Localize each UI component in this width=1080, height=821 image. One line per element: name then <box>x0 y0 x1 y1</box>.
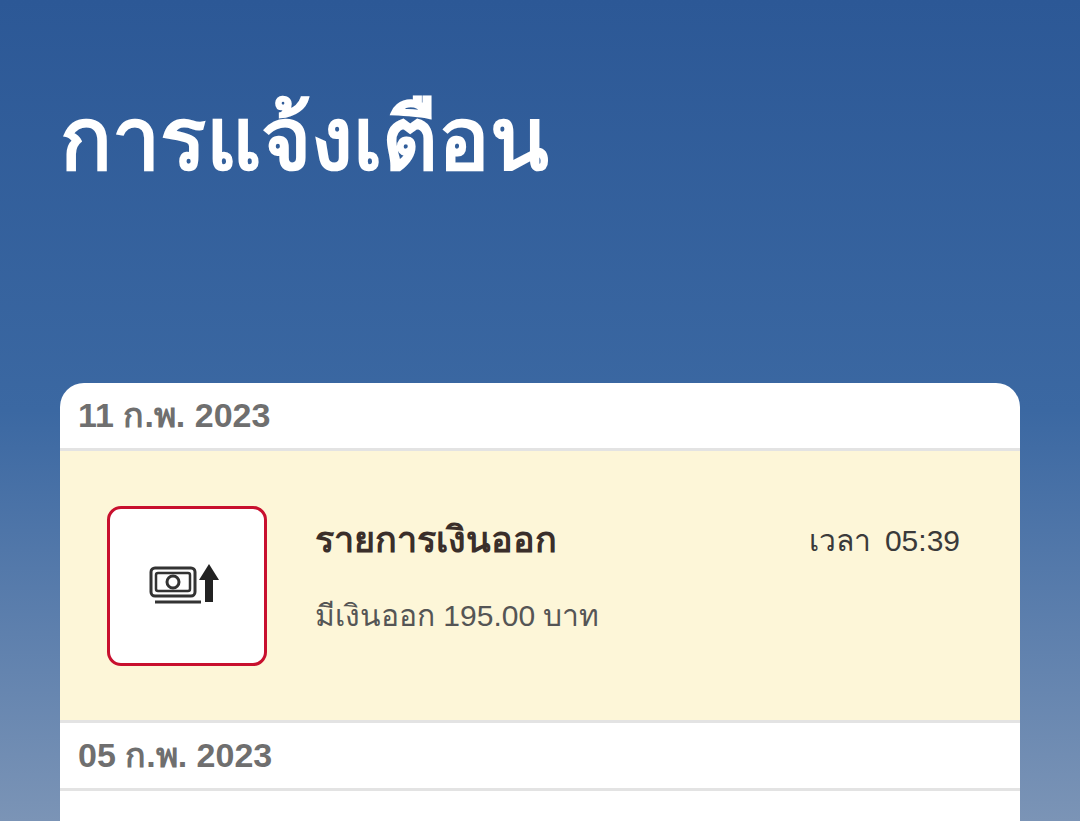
money-out-icon <box>147 556 227 616</box>
notification-item[interactable]: รายการเงินออก เวลา05:39 มีเงินออก 195.00 บ… <box>60 451 1020 723</box>
notification-time: เวลา05:39 <box>809 518 960 563</box>
notification-text: รายการเงินออก เวลา05:39 มีเงินออก 195.00 บ… <box>315 513 960 638</box>
header: การแจ้งเตือน <box>0 0 1080 383</box>
date-group: 11 ก.พ. 2023 รายการเงินออก เวลา05:39 มีเงิน… <box>60 383 1020 723</box>
notifications-screen: การแจ้งเตือน 11 ก.พ. 2023 รายการเงินออก เวล… <box>0 0 1080 821</box>
notification-detail: มีเงินออก 195.00 บาท <box>315 593 960 638</box>
page-title: การแจ้งเตือน <box>60 92 1020 187</box>
date-group: 05 ก.พ. 2023 <box>60 723 1020 791</box>
notification-icon-box <box>107 506 267 666</box>
date-header: 05 ก.พ. 2023 <box>60 723 1020 791</box>
date-header: 11 ก.พ. 2023 <box>60 383 1020 451</box>
notification-title: รายการเงินออก <box>315 513 557 567</box>
notification-card: 11 ก.พ. 2023 รายการเงินออก เวลา05:39 มีเงิน… <box>60 383 1020 821</box>
